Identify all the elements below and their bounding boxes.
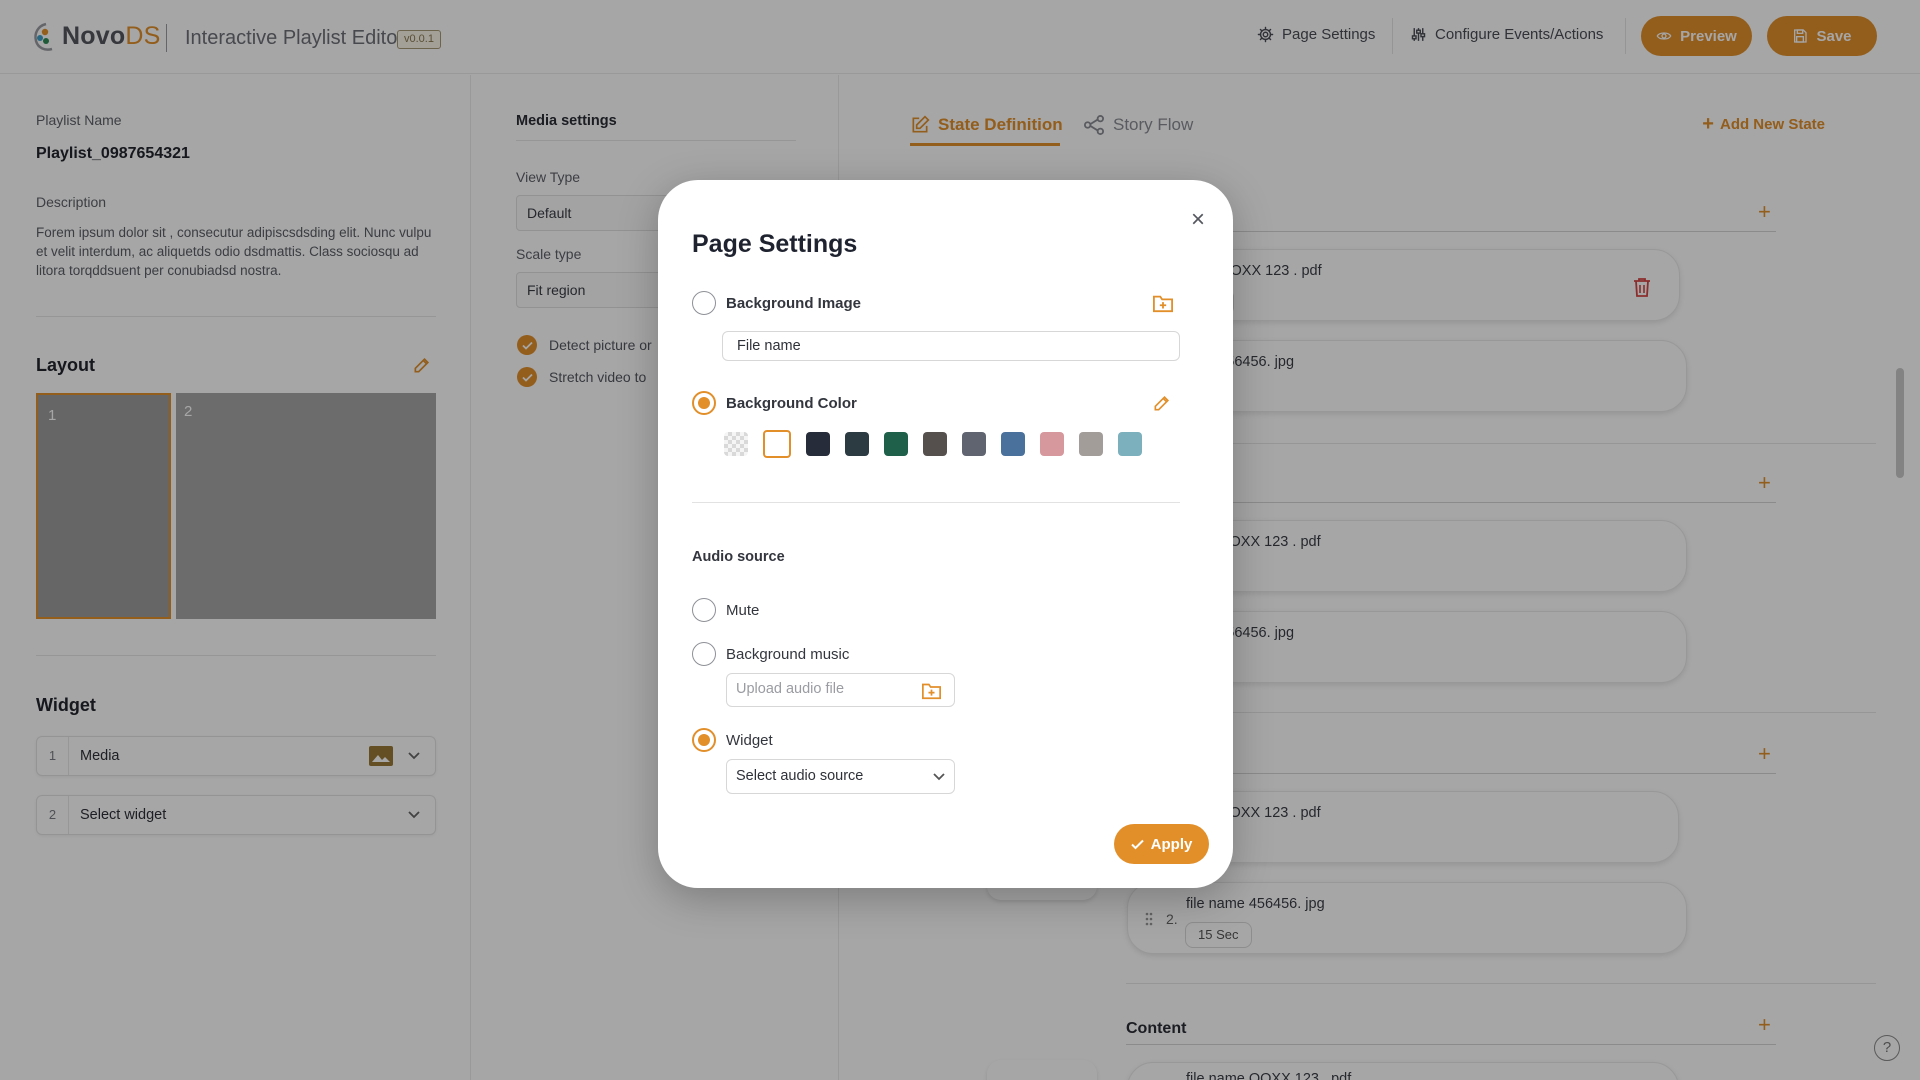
swatch-gray[interactable] <box>962 432 986 456</box>
widget-radio[interactable] <box>692 728 716 752</box>
widget-label: Widget <box>726 732 773 749</box>
swatch-transparent[interactable] <box>724 432 748 456</box>
audio-source-label: Audio source <box>692 549 785 565</box>
folder-add-icon[interactable] <box>921 681 942 700</box>
swatch-white-selected[interactable] <box>763 430 791 458</box>
divider <box>692 502 1180 503</box>
swatch-taupe[interactable] <box>1079 432 1103 456</box>
mute-radio[interactable] <box>692 598 716 622</box>
swatch-slate[interactable] <box>845 432 869 456</box>
swatch-green[interactable] <box>884 432 908 456</box>
file-name-input[interactable]: File name <box>722 331 1180 361</box>
modal-title: Page Settings <box>692 230 858 258</box>
audio-source-select[interactable]: Select audio source <box>726 759 955 794</box>
background-music-label: Background music <box>726 646 850 663</box>
edit-pencil-icon[interactable] <box>1152 393 1172 413</box>
swatch-navy[interactable] <box>806 432 830 456</box>
apply-label: Apply <box>1150 835 1193 853</box>
swatch-teal[interactable] <box>1118 432 1142 456</box>
background-image-radio[interactable] <box>692 291 716 315</box>
chevron-down-icon <box>933 773 945 781</box>
check-icon <box>1130 839 1144 849</box>
mute-label: Mute <box>726 602 760 619</box>
apply-button[interactable]: Apply <box>1114 824 1209 864</box>
background-color-radio[interactable] <box>692 391 716 415</box>
background-color-label: Background Color <box>726 395 857 412</box>
background-music-radio[interactable] <box>692 642 716 666</box>
background-image-label: Background Image <box>726 295 862 312</box>
close-icon[interactable]: × <box>1184 206 1212 234</box>
page-settings-modal: Page Settings × Background Image File na… <box>658 180 1233 888</box>
folder-add-icon[interactable] <box>1152 293 1174 313</box>
swatch-pink[interactable] <box>1040 432 1064 456</box>
swatch-blue[interactable] <box>1001 432 1025 456</box>
swatch-charcoal[interactable] <box>923 432 947 456</box>
